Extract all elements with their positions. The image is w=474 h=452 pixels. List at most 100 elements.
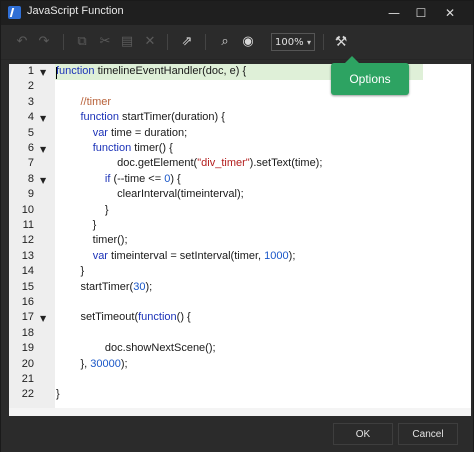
- line-number: 19: [21, 342, 34, 355]
- line-number: 7: [27, 157, 34, 170]
- line-number: 11: [22, 219, 34, 231]
- dialog-footer: OK Cancel: [1, 418, 473, 452]
- fold-toggle-icon[interactable]: ▼: [40, 114, 46, 123]
- code-token: setTimeout(: [56, 311, 139, 324]
- undo-icon[interactable]: ↶: [14, 34, 30, 50]
- line-number: 14: [21, 265, 34, 278]
- code-token: }: [56, 265, 85, 278]
- open-external-icon[interactable]: ⇗: [179, 34, 195, 50]
- toolbar-divider: [63, 34, 64, 50]
- line-number: 17: [21, 311, 34, 324]
- code-line: function timer() {: [56, 142, 173, 154]
- close-button[interactable]: ✕: [437, 3, 463, 23]
- line-number: 22: [21, 388, 34, 401]
- search-icon[interactable]: ⌕: [217, 34, 233, 50]
- code-token: function: [92, 142, 132, 154]
- line-number: 1: [27, 65, 34, 77]
- code-token: timer() {: [131, 142, 173, 154]
- code-token: timer();: [56, 234, 128, 247]
- code-line: }: [56, 265, 84, 277]
- fold-toggle-icon[interactable]: ▼: [40, 314, 46, 323]
- code-token: var: [92, 249, 108, 262]
- line-number: 2: [27, 80, 34, 93]
- options-tools-icon[interactable]: ⚒: [333, 34, 349, 50]
- code-token: startTimer(: [56, 280, 134, 293]
- delete-icon[interactable]: ✕: [142, 34, 158, 50]
- code-line: }: [56, 219, 97, 231]
- zoom-value: 100%: [275, 37, 304, 48]
- redo-icon[interactable]: ↷: [36, 34, 52, 50]
- code-line: }: [56, 204, 109, 216]
- line-number: 10: [21, 203, 34, 216]
- fold-toggle-icon[interactable]: ▼: [40, 145, 46, 154]
- title-bar: JavaScript Function — ☐ ✕: [1, 1, 473, 25]
- options-tooltip: Options: [331, 56, 409, 95]
- code-line: var timeinterval = setInterval(timer, 10…: [56, 249, 296, 262]
- code-line: }: [56, 388, 60, 400]
- window-title: JavaScript Function: [27, 5, 124, 17]
- toolbar-divider: [167, 34, 168, 50]
- app-logo-icon: [8, 6, 21, 19]
- fold-toggle-icon[interactable]: ▼: [40, 68, 46, 77]
- cancel-button[interactable]: Cancel: [398, 423, 458, 445]
- code-token: startTimer(duration) {: [118, 111, 225, 124]
- line-number: 4: [27, 111, 34, 124]
- code-token: doc.getElement(: [56, 157, 198, 170]
- line-number: 8: [27, 172, 34, 185]
- code-token: function: [138, 311, 177, 324]
- paste-icon[interactable]: ▤: [119, 34, 135, 50]
- code-editor[interactable]: 1 ▼ function timelineEventHandler(doc, e) …: [9, 64, 471, 416]
- code-line: var time = duration;: [56, 127, 187, 139]
- maximize-button[interactable]: ☐: [408, 3, 434, 23]
- code-line: }, 30000);: [56, 357, 128, 370]
- code-line: //timer: [56, 96, 111, 108]
- zoom-select[interactable]: 100% ▾: [271, 33, 315, 51]
- cut-icon[interactable]: ✂: [97, 34, 113, 50]
- code-line: timer();: [56, 234, 128, 246]
- minimize-button[interactable]: —: [381, 3, 407, 23]
- line-number: 13: [21, 249, 34, 262]
- line-number: 16: [21, 296, 34, 308]
- code-token: timelineEventHandler(doc, e) {: [94, 65, 247, 77]
- code-line: setTimeout(function() {: [56, 311, 191, 324]
- line-number: 15: [21, 280, 34, 293]
- code-token: function: [80, 111, 119, 124]
- code-token: clearInterval(timeinterval);: [56, 188, 244, 201]
- code-token: 30: [133, 280, 146, 293]
- line-number: 21: [21, 373, 34, 385]
- line-number: 18: [21, 326, 34, 339]
- code-token: }: [56, 219, 97, 231]
- code-token: );: [145, 280, 153, 293]
- line-number: 3: [27, 95, 34, 108]
- color-palette-icon[interactable]: ◉: [240, 34, 256, 50]
- line-number: 9: [27, 188, 34, 201]
- code-token: () {: [176, 311, 191, 324]
- chevron-down-icon: ▾: [306, 38, 311, 47]
- line-number: 5: [27, 126, 34, 139]
- code-token: );: [120, 357, 128, 370]
- ok-button[interactable]: OK: [333, 423, 393, 445]
- toolbar-divider: [205, 34, 206, 50]
- code-token: 1000: [264, 249, 289, 262]
- code-token: timeinterval = setInterval(timer,: [107, 249, 265, 262]
- code-line: doc.getElement("div_timer").setText(time…: [56, 157, 322, 169]
- code-line: function startTimer(duration) {: [56, 111, 225, 123]
- code-line: startTimer(30);: [56, 281, 152, 293]
- copy-icon[interactable]: ⧉: [74, 34, 90, 50]
- toolbar: ↶ ↷ ⧉ ✂ ▤ ✕ ⇗ ⌕ ◉ 100% ▾ ⚒: [1, 25, 473, 60]
- code-line: doc.showNextScene();: [56, 342, 216, 354]
- line-number: 20: [21, 357, 34, 370]
- horizontal-scrollbar[interactable]: [9, 408, 471, 416]
- code-token: );: [288, 249, 296, 262]
- code-token: //timer: [80, 95, 112, 108]
- code-line: clearInterval(timeinterval);: [56, 188, 244, 200]
- line-number: 12: [21, 234, 34, 247]
- code-token: ).setText(time);: [249, 157, 323, 170]
- fold-toggle-icon[interactable]: ▼: [40, 176, 46, 185]
